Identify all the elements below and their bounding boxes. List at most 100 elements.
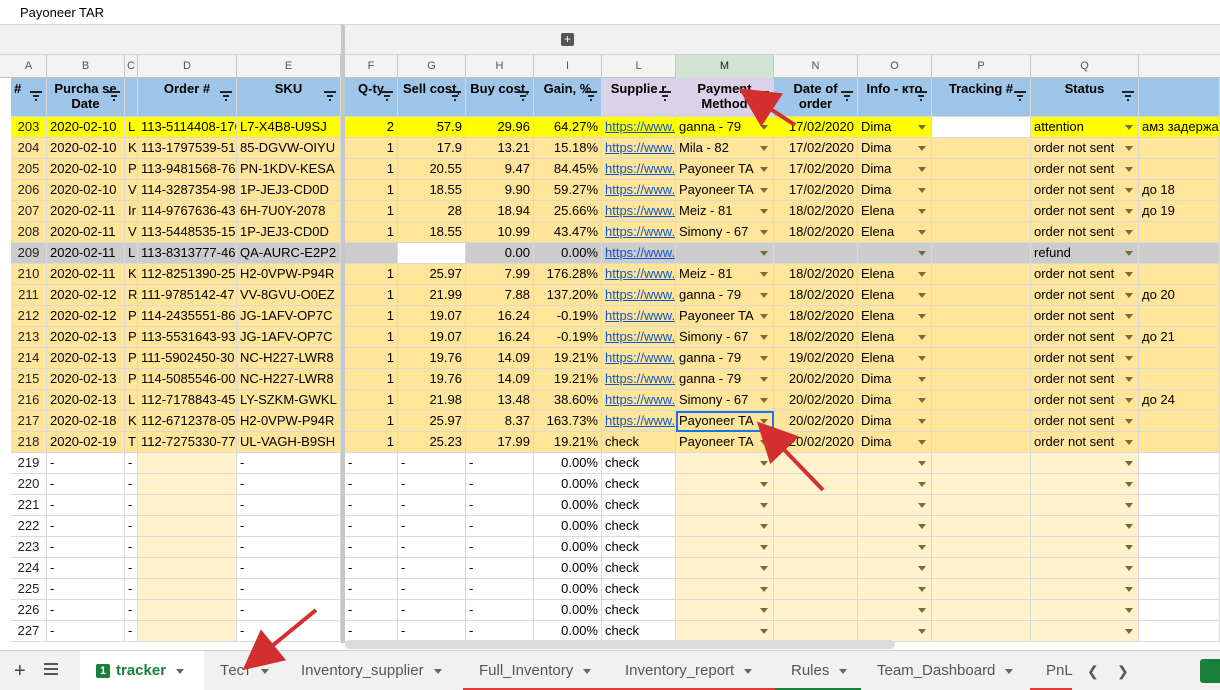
purchase-date-cell[interactable]: - [47, 516, 125, 537]
tracking-cell[interactable] [932, 390, 1031, 411]
buy-cell[interactable]: - [466, 537, 534, 558]
gain-cell[interactable]: 19.21% [534, 432, 602, 453]
note-cell[interactable] [1139, 222, 1220, 243]
row-number[interactable]: 218 [11, 432, 47, 453]
payment-method-cell[interactable]: ganna - 79 [676, 285, 774, 306]
payment-method-cell[interactable]: Meiz - 81 [676, 201, 774, 222]
menu-icon[interactable] [44, 663, 58, 677]
sell-cell[interactable]: 19.76 [398, 348, 466, 369]
supplier-cell[interactable]: check [602, 495, 676, 516]
chevron-down-icon[interactable] [583, 668, 592, 674]
qty-cell[interactable]: 1 [345, 264, 398, 285]
info-cell[interactable]: Dima [858, 117, 932, 138]
purchase-date-cell[interactable]: 2020-02-11 [47, 201, 125, 222]
sku-cell[interactable]: L7-X4B8-U9SJ [237, 117, 341, 138]
status-cell[interactable]: order not sent [1031, 285, 1139, 306]
supplier-cell[interactable]: check [602, 621, 676, 642]
header-date_order[interactable]: Date of order [774, 78, 858, 117]
sell-cell[interactable]: - [398, 537, 466, 558]
sku-cell[interactable]: PN-1KDV-KESA [237, 159, 341, 180]
payment-method-cell[interactable]: ganna - 79 [676, 348, 774, 369]
supplier-cell[interactable]: check [602, 600, 676, 621]
info-cell[interactable] [858, 516, 932, 537]
purchase-date-cell[interactable]: 2020-02-12 [47, 285, 125, 306]
order-date-cell[interactable]: 20/02/2020 [774, 411, 858, 432]
status-cell[interactable]: order not sent [1031, 264, 1139, 285]
note-cell[interactable] [1139, 558, 1220, 579]
status-cell[interactable]: order not sent [1031, 201, 1139, 222]
chevron-down-icon[interactable] [760, 335, 768, 340]
buy-cell[interactable]: 18.94 [466, 201, 534, 222]
purchase-date-cell[interactable]: 2020-02-12 [47, 306, 125, 327]
header-purchase_date[interactable]: Purcha se Date [47, 78, 125, 117]
tab-rules[interactable]: Rules [775, 651, 861, 690]
supplier-cell[interactable]: check [602, 558, 676, 579]
buy-cell[interactable]: - [466, 558, 534, 579]
order-date-cell[interactable] [774, 516, 858, 537]
chevron-down-icon[interactable] [760, 146, 768, 151]
supplier-cell[interactable]: check [602, 474, 676, 495]
row-number[interactable]: 215 [11, 369, 47, 390]
chevron-down-icon[interactable] [760, 188, 768, 193]
info-cell[interactable]: Dima [858, 180, 932, 201]
order-cell[interactable] [138, 600, 237, 621]
qty-cell[interactable]: 1 [345, 180, 398, 201]
chevron-down-icon[interactable] [760, 461, 768, 466]
chevron-down-icon[interactable] [918, 461, 926, 466]
chevron-down-icon[interactable] [918, 503, 926, 508]
tracking-cell[interactable] [932, 432, 1031, 453]
qty-cell[interactable]: - [345, 453, 398, 474]
chevron-down-icon[interactable] [918, 146, 926, 151]
tracking-cell[interactable] [932, 537, 1031, 558]
order-cell[interactable] [138, 495, 237, 516]
chevron-down-icon[interactable] [1125, 209, 1133, 214]
order-date-cell[interactable] [774, 453, 858, 474]
chevron-down-icon[interactable] [760, 629, 768, 634]
chevron-down-icon[interactable] [918, 356, 926, 361]
chevron-down-icon[interactable] [839, 668, 848, 674]
purchase-date-cell[interactable]: 2020-02-13 [47, 327, 125, 348]
tracking-cell[interactable] [932, 474, 1031, 495]
gain-cell[interactable]: 19.21% [534, 348, 602, 369]
buy-cell[interactable]: 10.99 [466, 222, 534, 243]
purchase-date-cell[interactable]: - [47, 600, 125, 621]
order-date-cell[interactable]: 18/02/2020 [774, 306, 858, 327]
info-cell[interactable] [858, 243, 932, 264]
note-cell[interactable] [1139, 516, 1220, 537]
buy-cell[interactable]: 13.21 [466, 138, 534, 159]
order-cell[interactable] [138, 579, 237, 600]
tab-tracker[interactable]: 1 tracker [80, 651, 204, 690]
buy-cell[interactable]: 13.48 [466, 390, 534, 411]
column-letter-l[interactable]: L [602, 55, 676, 78]
status-cell[interactable]: order not sent [1031, 138, 1139, 159]
order-date-cell[interactable] [774, 495, 858, 516]
tracking-cell[interactable] [932, 117, 1031, 138]
tracking-cell[interactable] [932, 180, 1031, 201]
order-cell[interactable]: 111-9785142-47 [138, 285, 237, 306]
chevron-down-icon[interactable] [1125, 629, 1133, 634]
gain-cell[interactable]: 84.45% [534, 159, 602, 180]
payment-method-cell[interactable] [676, 621, 774, 642]
chevron-down-icon[interactable] [1125, 293, 1133, 298]
row-number[interactable]: 214 [11, 348, 47, 369]
sku-cell[interactable]: 6H-7U0Y-2078 [237, 201, 341, 222]
supplier-cell[interactable]: https://www. [602, 306, 676, 327]
customer-cell[interactable]: V [125, 222, 138, 243]
supplier-cell[interactable]: https://www. [602, 411, 676, 432]
row-number[interactable]: 212 [11, 306, 47, 327]
purchase-date-cell[interactable]: 2020-02-13 [47, 369, 125, 390]
horizontal-scrollbar[interactable] [345, 640, 895, 649]
sku-cell[interactable]: - [237, 600, 341, 621]
payment-method-cell[interactable]: Meiz - 81 [676, 264, 774, 285]
gain-cell[interactable]: -0.19% [534, 327, 602, 348]
sku-cell[interactable]: UL-VAGH-B9SH [237, 432, 341, 453]
info-cell[interactable]: Elena [858, 348, 932, 369]
supplier-cell[interactable]: https://www. [602, 180, 676, 201]
buy-cell[interactable]: 9.90 [466, 180, 534, 201]
tracking-cell[interactable] [932, 264, 1031, 285]
chevron-down-icon[interactable] [760, 587, 768, 592]
header-status[interactable]: Status [1031, 78, 1139, 117]
info-cell[interactable]: Elena [858, 264, 932, 285]
order-cell[interactable]: 111-5902450-30 [138, 348, 237, 369]
purchase-date-cell[interactable]: 2020-02-11 [47, 222, 125, 243]
